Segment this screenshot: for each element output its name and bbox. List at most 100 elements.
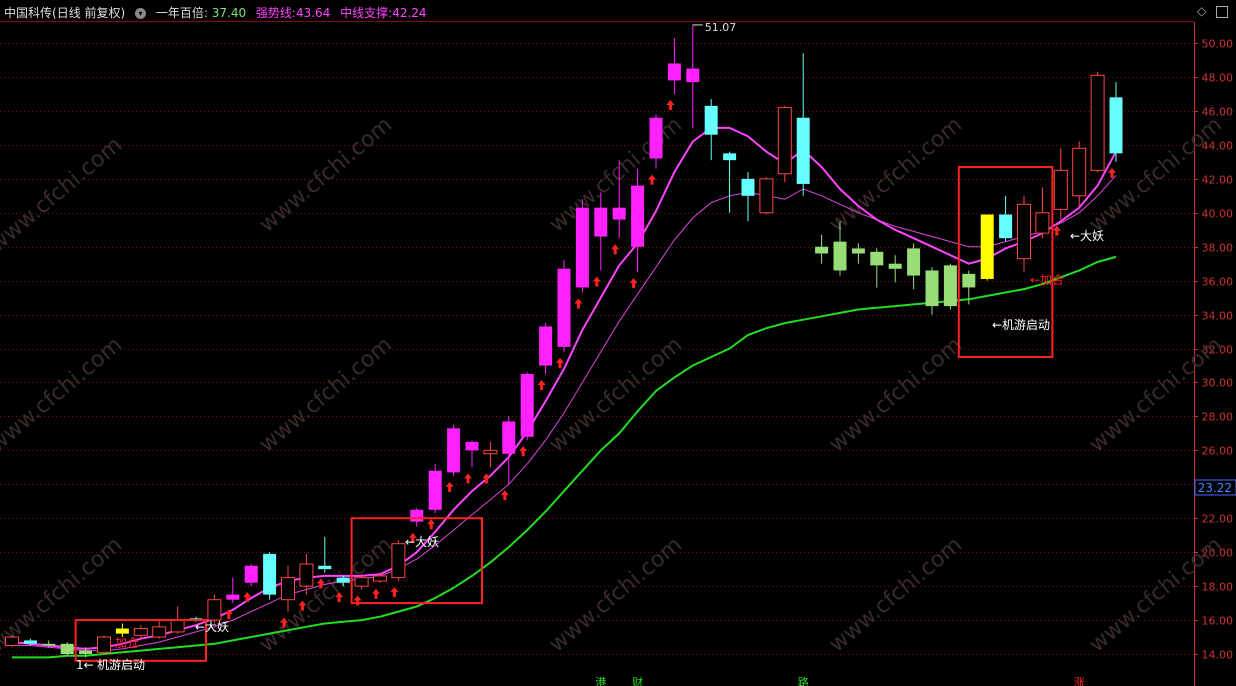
candle-body <box>1109 97 1123 154</box>
candle-body <box>667 63 681 81</box>
bottom-mark: 路 <box>798 676 809 686</box>
candle <box>502 416 516 485</box>
candle-body <box>557 268 571 347</box>
annotation-jiahe: ←加合 <box>1030 272 1064 287</box>
candle-body <box>815 246 829 254</box>
candle <box>244 564 258 587</box>
buy-arrow-icon <box>390 587 399 598</box>
candle-body <box>612 207 626 220</box>
candle-body <box>962 273 976 288</box>
watermark-text: www.cfchi.com <box>825 112 967 237</box>
candle <box>5 635 19 648</box>
candle-body <box>741 178 755 196</box>
candle-body <box>115 628 129 634</box>
candle-body <box>152 626 167 638</box>
candle <box>631 168 645 273</box>
watermark-text: www.cfchi.com <box>1085 332 1227 457</box>
bottom-mark: 港 <box>595 676 606 686</box>
watermark-text: www.cfchi.com <box>0 132 127 257</box>
candle <box>97 635 111 654</box>
candle-body <box>354 577 369 587</box>
candle-body <box>5 636 19 647</box>
candle-body <box>226 594 240 600</box>
candle <box>318 536 332 573</box>
buy-arrow-icon <box>500 490 509 501</box>
candle-body <box>870 251 884 266</box>
candle-body <box>833 241 847 271</box>
bottom-mark: 财 <box>632 675 643 686</box>
candle <box>943 263 957 310</box>
candle <box>704 99 718 161</box>
candle <box>1035 187 1050 239</box>
candle-body <box>97 636 111 653</box>
annotation-dayao-1: ←大妖 <box>195 620 229 634</box>
candle-body <box>336 577 350 583</box>
buy-arrow-icon <box>611 244 620 255</box>
buy-arrow-icon <box>556 357 564 368</box>
candle-body <box>704 105 718 135</box>
annotation-jiyou-1: 机游启动 <box>97 658 145 672</box>
candle-body <box>447 428 461 473</box>
candle <box>281 565 295 612</box>
candle <box>428 463 442 514</box>
watermark-text: www.cfchi.com <box>1085 532 1227 657</box>
candle-body <box>796 117 810 184</box>
candle-body <box>686 68 700 83</box>
candle <box>557 260 571 352</box>
candle-body <box>631 185 645 247</box>
candle-body <box>1017 203 1031 260</box>
candle <box>723 151 737 213</box>
candle-body <box>281 577 295 601</box>
y-tick-label: 30.00 <box>1202 377 1234 390</box>
candle-body <box>980 214 994 279</box>
candle <box>520 372 534 441</box>
candle <box>1017 195 1031 273</box>
y-tick-label: 22.00 <box>1202 513 1234 526</box>
candle-body <box>1053 169 1068 210</box>
candle <box>575 199 589 293</box>
candle <box>907 243 921 290</box>
candle-body <box>723 153 737 161</box>
candle-body <box>575 207 589 288</box>
y-tick-label: 16.00 <box>1202 615 1234 628</box>
buy-arrow-icon <box>427 519 436 530</box>
buy-arrow-icon <box>464 473 472 484</box>
candle-body <box>42 643 56 646</box>
candle <box>686 24 700 128</box>
candle <box>465 440 479 468</box>
candle-body <box>539 326 553 366</box>
candle-body <box>244 565 258 583</box>
candle <box>980 214 994 281</box>
candle <box>815 234 829 264</box>
candle <box>1109 82 1123 162</box>
candle-body <box>428 470 442 510</box>
annotation-jiyou-2: ←机游启动 <box>992 318 1050 332</box>
candle-body <box>373 575 387 582</box>
candle-body <box>594 207 608 237</box>
candle-body <box>999 214 1013 239</box>
candle <box>60 642 74 656</box>
candle <box>851 243 865 264</box>
y-tick-label: 34.00 <box>1202 310 1234 323</box>
candle <box>483 441 498 468</box>
candle <box>263 552 277 600</box>
y-tick-label: 26.00 <box>1202 445 1234 458</box>
candle-body <box>943 265 957 307</box>
watermark-text: www.cfchi.com <box>0 332 127 457</box>
candle <box>888 255 902 283</box>
candle <box>447 424 461 476</box>
mid-support-series <box>12 175 1117 652</box>
candle-body <box>410 509 424 522</box>
annotation-left-mark: 1← <box>76 658 94 672</box>
y-tick-label: 42.00 <box>1202 174 1234 187</box>
y-tick-label: 50.00 <box>1202 38 1234 51</box>
buy-arrow-icon <box>574 298 583 309</box>
buy-arrow-icon <box>592 276 601 287</box>
current-price-label: 23.22 <box>1198 481 1232 495</box>
y-tick-label: 40.00 <box>1202 208 1234 221</box>
buy-arrow-icon <box>666 99 675 110</box>
candle-body <box>520 373 534 437</box>
candle <box>226 577 240 604</box>
y-tick-label: 36.00 <box>1202 276 1234 289</box>
candle <box>1053 148 1068 220</box>
